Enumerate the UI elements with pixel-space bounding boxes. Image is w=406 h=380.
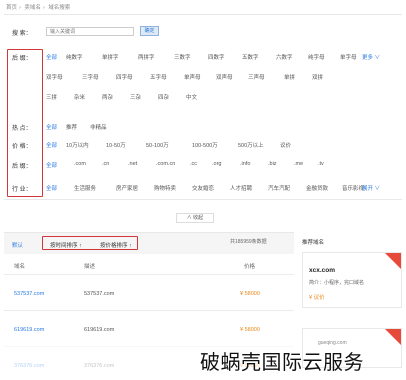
suffix-option[interactable]: 五数字 [242, 53, 259, 61]
card-desc: 简介：小程序，完口域名 [309, 280, 365, 286]
suffix-option[interactable]: 四字母 [116, 73, 133, 81]
row-price: ¥ 58000 [240, 291, 260, 297]
industry-option[interactable]: 购物特卖 [154, 184, 176, 192]
col-domain-header: 域名 [14, 264, 26, 270]
watermark-text: 破蜗壳国际云服务 [200, 350, 364, 374]
suffix-option[interactable]: 六数字 [276, 53, 293, 61]
suffix-option[interactable]: 纯字母 [308, 53, 325, 61]
suffix-more-button[interactable]: 更多 ∨ [362, 53, 380, 61]
sort-bar: 默认 按时间排序 ↑ 按价格排序 ↑ 共185959条数据 [4, 232, 294, 254]
suffix-option[interactable]: 单声母 [184, 73, 201, 81]
suffix-option[interactable]: 三杂 [130, 93, 141, 101]
tld-option[interactable]: 全部 [46, 161, 57, 169]
collapse-button[interactable]: ∧ 收起 [176, 213, 214, 223]
suffix-option[interactable]: 两拼字 [138, 53, 155, 61]
hot-ribbon-icon [385, 253, 401, 269]
industry-option[interactable]: 人才招聘 [230, 184, 252, 192]
sort-highlight-box [42, 236, 138, 250]
price-option[interactable]: 50-100万 [146, 141, 169, 149]
tld-option[interactable]: .cn [102, 161, 109, 167]
sort-default[interactable]: 默认 [12, 241, 23, 249]
row-domain[interactable]: 537537.com [14, 291, 44, 297]
suffix-option[interactable]: 双声母 [216, 73, 233, 81]
suffix-option[interactable]: 三拼 [46, 93, 57, 101]
tld-option[interactable]: .tv [318, 161, 324, 167]
suffix-option[interactable]: 三字母 [82, 73, 99, 81]
breadcrumb-sell[interactable]: 卖域名 [24, 5, 41, 11]
search-label: 搜 索： [12, 31, 32, 37]
tld-option[interactable]: .com.cn [156, 161, 175, 167]
row-desc: 619619.com [84, 327, 115, 333]
suffix-filter-row: 后 缀： 全部 纯数字 单拼字 两拼字 三数字 四数字 五数字 六数字 纯字母 … [4, 49, 402, 115]
card-price: ¥ 议价 [309, 295, 325, 301]
tld-option[interactable]: .net [128, 161, 137, 167]
search-button[interactable]: 确定 [140, 26, 159, 36]
industry-option[interactable]: 交友婚恋 [192, 184, 214, 192]
industry-option[interactable]: 全部 [46, 184, 57, 192]
suffix-option[interactable]: 三声母 [248, 73, 265, 81]
col-price-header: 价格 [244, 264, 256, 270]
hot-option[interactable]: 推荐 [66, 123, 77, 131]
tld-option[interactable]: .com [74, 161, 86, 167]
price-option[interactable]: 100-500万 [192, 141, 218, 149]
price-option[interactable]: 全部 [46, 141, 57, 149]
suffix-option[interactable]: 四杂 [158, 93, 169, 101]
suffix-option[interactable]: 杂米 [74, 93, 85, 101]
suffix-option[interactable]: 单字母 [340, 53, 357, 61]
tld-filter-row: 后 缀： 全部 .com .cn .net .com.cn .cc .org .… [4, 157, 402, 173]
row-price: ¥ 58000 [240, 327, 260, 333]
industry-option[interactable]: 房产家居 [116, 184, 138, 192]
hot-filter-row: 热 点： 全部 推荐 非精品 [4, 119, 402, 135]
recommend-card[interactable]: xcx.com 简介：小程序，完口域名 ¥ 议价 [302, 252, 402, 308]
price-option[interactable]: 10万以内 [66, 141, 89, 149]
suffix-option[interactable]: 两杂 [102, 93, 113, 101]
row-domain[interactable]: 619619.com [14, 327, 44, 333]
breadcrumb-home[interactable]: 首页 [6, 5, 17, 11]
table-row[interactable]: 537537.com 537537.com ¥ 58000 [4, 274, 294, 310]
industry-option[interactable]: 音乐影视 [342, 184, 364, 192]
suffix-option[interactable]: 双字母 [46, 73, 63, 81]
table-row[interactable]: 619619.com 619619.com ¥ 58000 [4, 310, 294, 346]
suffix-option[interactable]: 中文 [186, 93, 197, 101]
price-filter-row: 价 格： 全部 10万以内 10-50万 50-100万 100-500万 50… [4, 137, 402, 153]
suffix-option[interactable]: 单拼字 [102, 53, 119, 61]
price-option[interactable]: 议价 [280, 141, 291, 149]
row-desc: 376376.com [84, 363, 115, 369]
hot-ribbon-icon [385, 329, 401, 345]
tld-option[interactable]: .org [212, 161, 221, 167]
label-highlight-box [7, 49, 43, 197]
col-desc-header: 描述 [84, 264, 96, 270]
industry-option[interactable]: 汽车汽配 [268, 184, 290, 192]
suffix-option[interactable]: 双拼 [312, 73, 323, 81]
search-input[interactable] [46, 27, 134, 36]
suffix-option[interactable]: 单拼 [284, 73, 295, 81]
breadcrumb: 首页 › 卖域名 › 域名搜索 [6, 5, 71, 11]
breadcrumb-current: 域名搜索 [48, 5, 71, 11]
card-domain[interactable]: xcx.com [309, 267, 335, 274]
hot-option[interactable]: 全部 [46, 123, 57, 131]
row-domain[interactable]: 376376.com [14, 363, 44, 369]
price-option[interactable]: 500万以上 [238, 141, 264, 149]
suffix-option[interactable]: 全部 [46, 53, 57, 61]
price-option[interactable]: 10-50万 [106, 141, 126, 149]
hot-option[interactable]: 非精品 [90, 123, 107, 131]
tld-option[interactable]: .me [294, 161, 303, 167]
industry-expand-button[interactable]: 展开 ∨ [362, 184, 380, 192]
tld-option[interactable]: .info [240, 161, 250, 167]
industry-filter-row: 行 业： 全部 生活服务 房产家居 购物特卖 交友婚恋 人才招聘 汽车汽配 金融… [4, 179, 402, 197]
tld-option[interactable]: .cc [190, 161, 197, 167]
row-desc: 537537.com [84, 291, 115, 297]
result-count: 共185959条数据 [230, 239, 267, 245]
suffix-option[interactable]: 四数字 [208, 53, 225, 61]
industry-option[interactable]: 生活服务 [74, 184, 96, 192]
suffix-option[interactable]: 纯数字 [66, 53, 83, 61]
suffix-options: 全部 纯数字 单拼字 两拼字 三数字 四数字 五数字 六数字 纯字母 单字母 双… [46, 49, 380, 115]
search-row: 搜 索： 确定 [4, 15, 402, 37]
filter-panel: 搜 索： 确定 后 缀： 全部 纯数字 单拼字 两拼字 三数字 四数字 五数字 … [4, 14, 402, 200]
suffix-option[interactable]: 三数字 [174, 53, 191, 61]
tld-option[interactable]: .biz [268, 161, 277, 167]
sidebar-title: 推荐域名 [302, 240, 325, 246]
industry-option[interactable]: 金融贷款 [306, 184, 328, 192]
suffix-option[interactable]: 五字母 [150, 73, 167, 81]
